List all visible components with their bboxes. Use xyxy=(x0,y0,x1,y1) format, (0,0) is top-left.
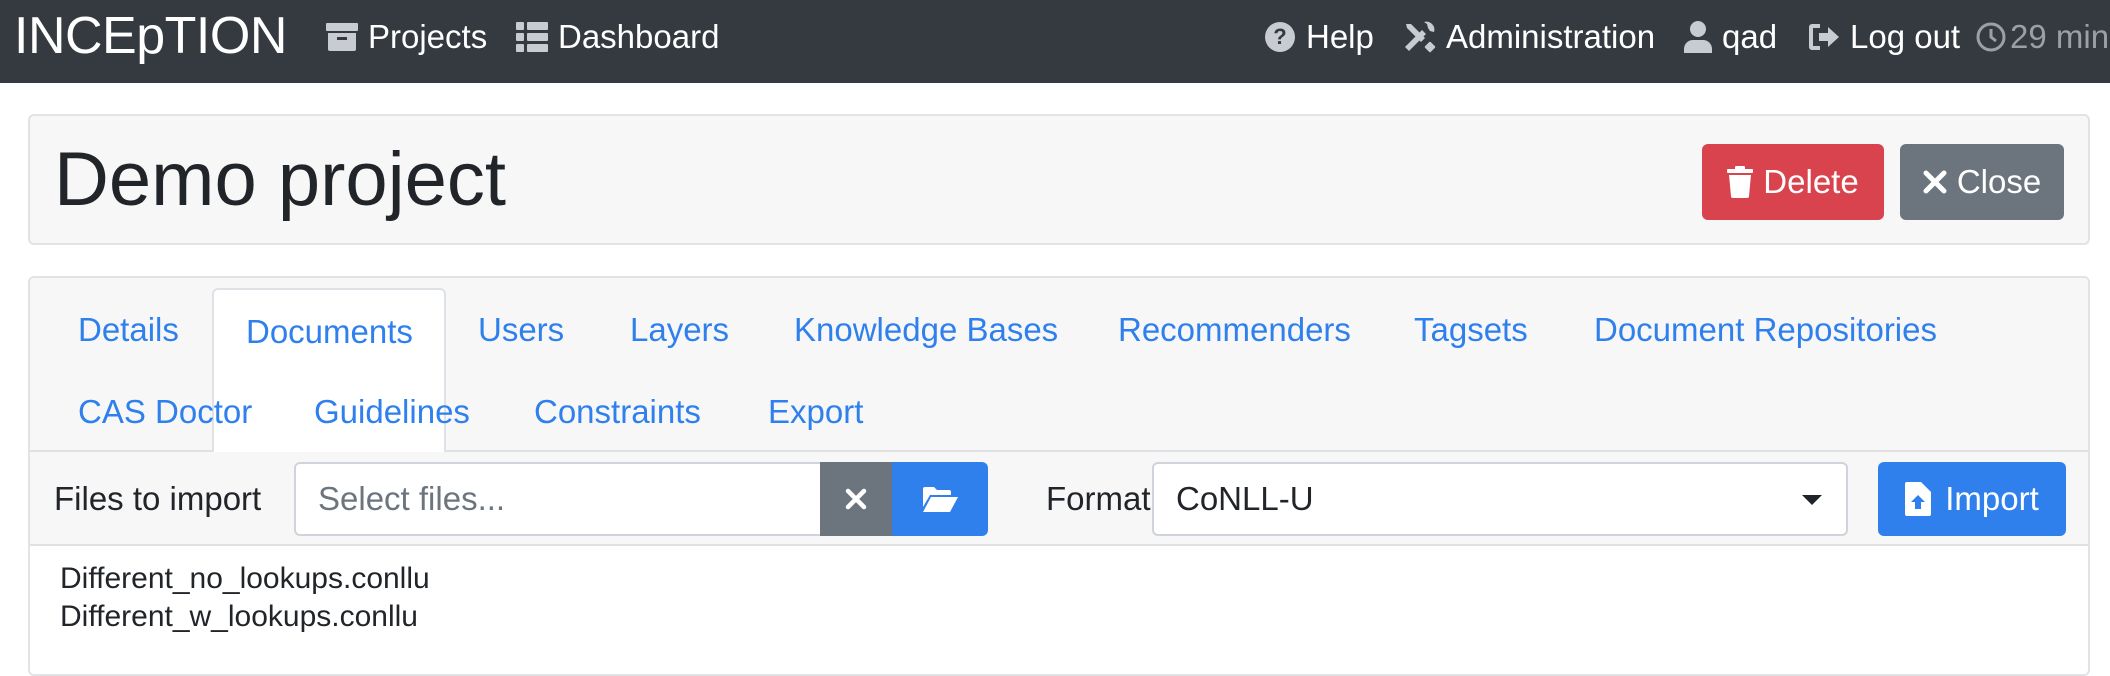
nav-administration-label: Administration xyxy=(1446,18,1656,55)
tab-layers[interactable]: Layers xyxy=(630,310,729,350)
delete-button-label: Delete xyxy=(1763,163,1859,200)
list-item: Different_no_lookups.conllu xyxy=(60,562,430,595)
session-timer: 29 min xyxy=(1976,17,2109,57)
nav-administration[interactable]: Administration xyxy=(1402,17,1655,57)
nav-user[interactable]: qad xyxy=(1684,17,1777,57)
sign-out-icon xyxy=(1809,24,1839,50)
file-upload-icon xyxy=(1905,482,1932,516)
tab-bar: Details Documents Users Layers Knowledge… xyxy=(30,278,2088,454)
tools-icon xyxy=(1405,21,1436,53)
files-to-import-label: Files to import xyxy=(54,480,262,517)
svg-text:?: ? xyxy=(1273,24,1286,49)
session-timer-label: 29 min xyxy=(2010,18,2110,55)
tab-recommenders[interactable]: Recommenders xyxy=(1118,310,1351,350)
project-header: Demo project Delete Close xyxy=(28,114,2090,245)
tab-users[interactable]: Users xyxy=(478,310,564,350)
nav-user-label: qad xyxy=(1722,18,1778,55)
tab-constraints[interactable]: Constraints xyxy=(534,392,701,432)
format-select[interactable]: CoNLL-U xyxy=(1152,462,1848,536)
nav-help-label: Help xyxy=(1306,18,1374,55)
chevron-down-icon xyxy=(1802,495,1822,505)
question-circle-icon: ? xyxy=(1265,22,1295,52)
tab-export[interactable]: Export xyxy=(768,392,863,432)
tab-guidelines[interactable]: Guidelines xyxy=(314,392,470,432)
top-navbar: INCEpTION Projects Dashboard ? Help Admi… xyxy=(0,0,2110,83)
tab-tagsets[interactable]: Tagsets xyxy=(1414,310,1528,350)
project-settings-card: Details Documents Users Layers Knowledge… xyxy=(28,276,2090,676)
tab-knowledge-bases[interactable]: Knowledge Bases xyxy=(794,310,1058,350)
nav-projects[interactable]: Projects xyxy=(326,17,487,57)
user-icon xyxy=(1684,21,1712,53)
folder-open-icon xyxy=(923,487,958,512)
close-button-label: Close xyxy=(1956,163,2042,200)
import-button[interactable]: Import xyxy=(1878,462,2066,536)
format-label: Format xyxy=(1046,480,1151,517)
format-select-value: CoNLL-U xyxy=(1176,480,1314,517)
list-icon xyxy=(516,22,548,52)
list-item: Different_w_lookups.conllu xyxy=(60,600,418,633)
nav-projects-label: Projects xyxy=(368,18,488,55)
tab-document-repositories[interactable]: Document Repositories xyxy=(1594,310,1937,350)
nav-dashboard[interactable]: Dashboard xyxy=(516,17,719,57)
close-icon xyxy=(1923,170,1947,194)
nav-logout[interactable]: Log out xyxy=(1808,17,1960,57)
nav-logout-label: Log out xyxy=(1850,18,1961,55)
archive-icon xyxy=(326,23,358,51)
browse-files-button[interactable] xyxy=(892,462,988,536)
clear-files-button[interactable] xyxy=(820,462,892,536)
nav-help[interactable]: ? Help xyxy=(1264,17,1374,57)
tab-details[interactable]: Details xyxy=(78,310,179,350)
close-icon xyxy=(845,488,867,510)
trash-icon xyxy=(1727,166,1754,198)
selected-files-list: Different_no_lookups.conllu Different_w_… xyxy=(60,560,430,636)
close-button[interactable]: Close xyxy=(1900,144,2064,220)
delete-button[interactable]: Delete xyxy=(1702,144,1884,220)
file-select-input[interactable]: Select files... xyxy=(294,462,820,536)
nav-dashboard-label: Dashboard xyxy=(558,18,720,55)
clock-icon xyxy=(1976,22,2006,52)
import-button-label: Import xyxy=(1945,480,2039,517)
import-toolbar: Files to import Select files... Format C… xyxy=(30,452,2088,546)
tab-cas-doctor[interactable]: CAS Doctor xyxy=(78,392,252,432)
page-title: Demo project xyxy=(54,137,506,222)
brand-logo[interactable]: INCEpTION xyxy=(14,8,287,64)
tab-documents-label: Documents xyxy=(246,313,413,350)
